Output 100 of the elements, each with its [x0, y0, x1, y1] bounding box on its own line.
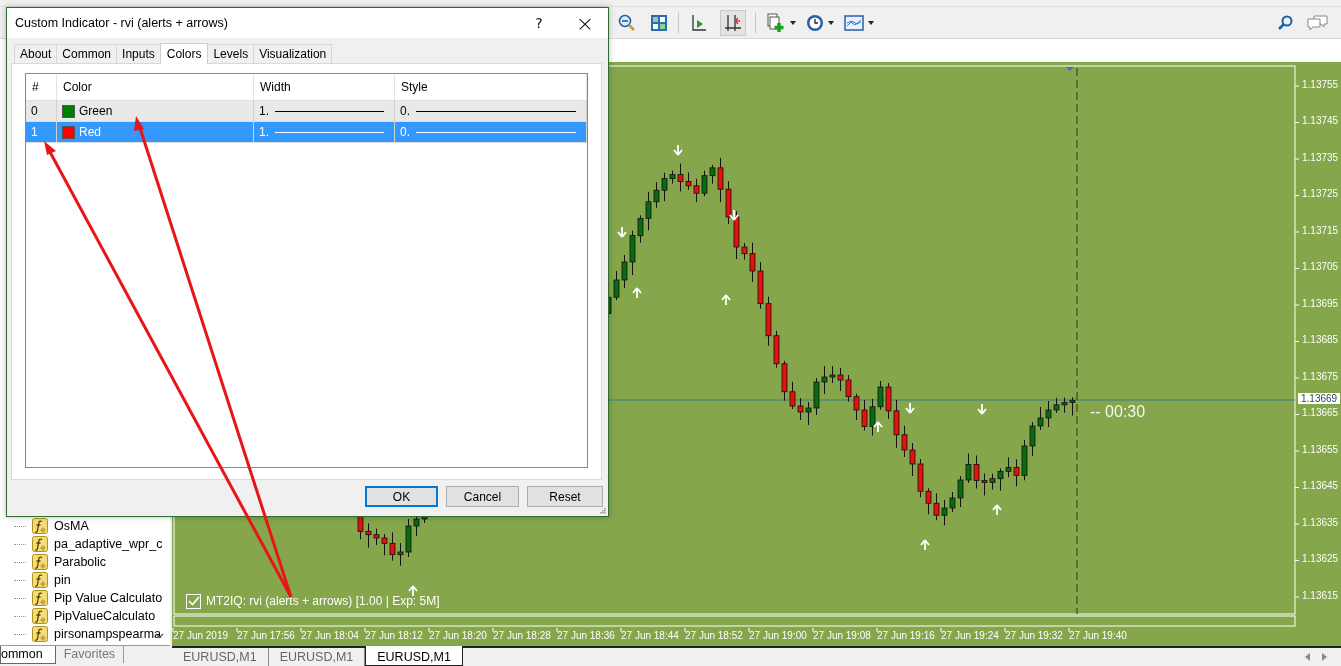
- indicator-icon: [32, 554, 48, 570]
- shift-marker-icon[interactable]: [1066, 66, 1074, 71]
- zoom-out-icon[interactable]: [618, 13, 636, 32]
- table-row[interactable]: 0 Green 1. 0.: [26, 101, 587, 122]
- chart-tab[interactable]: EURUSD,M1: [172, 648, 269, 666]
- color-swatch[interactable]: [62, 104, 75, 118]
- price-axis-label: 1.13635: [1302, 516, 1339, 528]
- chat-icon[interactable]: [1307, 13, 1329, 32]
- up-arrow-icon: [920, 539, 930, 551]
- price-axis-label: 1.13755: [1302, 78, 1339, 90]
- caret-icon[interactable]: [868, 20, 874, 25]
- down-arrow-icon: [673, 144, 683, 156]
- navigator-item[interactable]: Parabolic: [54, 555, 107, 569]
- column-header[interactable]: Width: [254, 74, 395, 100]
- up-arrow-icon: [721, 294, 731, 306]
- dialog-button[interactable]: Reset: [527, 486, 603, 507]
- navigator-tab[interactable]: ommon: [0, 646, 56, 664]
- time-axis-label: 27 Jun 18:28: [493, 629, 551, 641]
- time-axis-label: 27 Jun 18:44: [621, 629, 679, 641]
- caret-icon[interactable]: [828, 20, 834, 25]
- up-arrow-icon: [992, 504, 1002, 516]
- scroll-right-icon[interactable]: [1322, 653, 1327, 661]
- time-axis-label: 27 Jun 18:04: [301, 629, 359, 641]
- clock-icon[interactable]: [806, 13, 824, 32]
- indicator-legend: MT2IQ: rvi (alerts + arrows) [1.00 | Exp: 5M]: [206, 594, 440, 609]
- price-axis-label: 1.13695: [1302, 297, 1339, 309]
- dialog-title: Custom Indicator - rvi (alerts + arrows): [15, 16, 228, 30]
- time-axis-label: 27 Jun 19:32: [1005, 629, 1063, 641]
- price-axis-label: 1.13705: [1302, 261, 1339, 273]
- down-arrow-icon: [905, 402, 915, 414]
- table-cell: 1.: [259, 104, 269, 118]
- indicator-icon: [32, 590, 48, 606]
- navigator-tab[interactable]: Favorites: [63, 646, 125, 663]
- price-axis-label: 1.13665: [1302, 407, 1339, 419]
- tile-windows-icon[interactable]: [650, 13, 668, 32]
- price-axis-label: 1.13735: [1302, 151, 1339, 163]
- up-arrow-icon: [632, 287, 642, 299]
- time-axis-label: 27 Jun 19:24: [941, 629, 999, 641]
- time-axis-label: 27 Jun 18:12: [365, 629, 423, 641]
- time-axis-label: 27 Jun 19:16: [877, 629, 935, 641]
- candle-countdown: -- 00:30: [1090, 402, 1146, 421]
- chart-shift-icon[interactable]: [689, 13, 707, 32]
- indicator-icon: [32, 572, 48, 588]
- time-axis-label: 27 Jun 18:20: [429, 629, 487, 641]
- indicator-icon: [32, 626, 48, 642]
- down-arrow-icon: [977, 403, 987, 415]
- navigator-item[interactable]: pirsonampspearma: [54, 627, 161, 641]
- indicator-icon: [32, 608, 48, 624]
- price-axis-label: 1.13645: [1302, 480, 1339, 492]
- table-cell: 0: [26, 101, 57, 121]
- indicator-icon: [32, 536, 48, 552]
- indicator-icon: [32, 518, 48, 534]
- dialog-tab[interactable]: Visualization: [253, 44, 333, 63]
- price-axis-label: 1.13745: [1302, 115, 1339, 127]
- price-axis-label: 1.13625: [1302, 553, 1339, 565]
- price-axis-label: 1.13715: [1302, 224, 1339, 236]
- navigator-item[interactable]: pin: [54, 573, 71, 587]
- table-cell: Red: [79, 125, 101, 139]
- column-header[interactable]: #: [26, 74, 57, 100]
- add-indicator-icon[interactable]: [766, 12, 786, 33]
- dialog-button[interactable]: Cancel: [446, 486, 519, 507]
- price-axis-label: 1.13615: [1302, 589, 1339, 601]
- time-axis-label: 27 Jun 17:56: [237, 629, 295, 641]
- navigator-item[interactable]: Pip Value Calculato: [54, 591, 163, 605]
- navigator-item[interactable]: pa_adaptive_wpr_c: [54, 537, 163, 551]
- current-price-label: 1.13669: [1298, 392, 1341, 404]
- scroll-left-icon[interactable]: [1305, 653, 1310, 661]
- table-cell: 0.: [400, 125, 410, 139]
- close-button[interactable]: ×: [562, 8, 608, 38]
- chart-tab[interactable]: EURUSD,M1: [365, 646, 463, 666]
- table-cell: 1.: [259, 125, 269, 139]
- price-axis-label: 1.13655: [1302, 443, 1339, 455]
- price-axis-label: 1.13685: [1302, 334, 1339, 346]
- chart-scrollbar[interactable]: [173, 615, 1296, 627]
- table-cell: Green: [79, 104, 113, 118]
- time-axis-label: 27 Jun 18:52: [685, 629, 743, 641]
- time-axis-label: 27 Jun 2019: [173, 629, 229, 641]
- autoscroll-icon[interactable]: [721, 10, 745, 35]
- help-button[interactable]: ?: [516, 8, 562, 38]
- time-axis-label: 27 Jun 18:36: [557, 629, 615, 641]
- legend-checkbox[interactable]: [186, 593, 201, 609]
- dialog-tab[interactable]: Inputs: [116, 44, 161, 63]
- column-header[interactable]: Style: [395, 74, 587, 100]
- dialog-tab[interactable]: About: [14, 44, 58, 63]
- time-axis-label: 27 Jun 19:08: [813, 629, 871, 641]
- template-icon[interactable]: [844, 14, 864, 31]
- column-header[interactable]: Color: [57, 74, 254, 100]
- dialog-button[interactable]: OK: [365, 486, 438, 507]
- down-arrow-icon: [729, 209, 739, 221]
- search-icon[interactable]: [1277, 14, 1293, 31]
- dialog-tab[interactable]: Colors: [159, 43, 209, 64]
- navigator-item[interactable]: OsMA: [54, 519, 89, 533]
- navigator-item[interactable]: PipValueCalculato: [54, 609, 156, 623]
- price-axis-label: 1.13725: [1302, 188, 1339, 200]
- resize-grip-icon[interactable]: [599, 507, 606, 514]
- down-arrow-icon: [617, 226, 627, 238]
- caret-icon[interactable]: [790, 20, 796, 25]
- time-axis-label: 27 Jun 19:00: [749, 629, 807, 641]
- table-cell: 0.: [400, 104, 410, 118]
- color-swatch[interactable]: [62, 125, 75, 139]
